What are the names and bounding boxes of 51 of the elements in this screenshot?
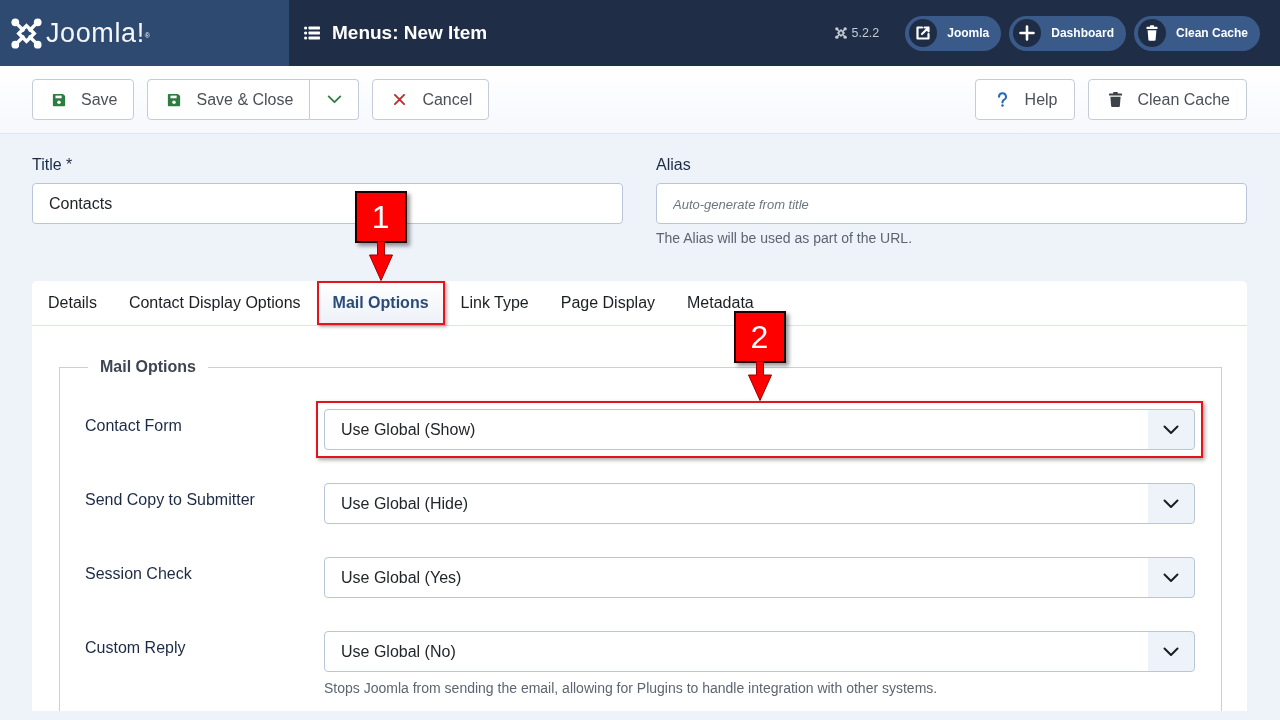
header-link-button[interactable]: Clean Cache: [1133, 15, 1260, 51]
page-title: Menus: New Item: [332, 22, 488, 44]
alias-input[interactable]: Auto-generate from title: [656, 183, 1247, 224]
save-icon: [167, 92, 182, 107]
tab[interactable]: Link Type: [444, 281, 545, 325]
callout-arrow: [368, 241, 393, 281]
version-label: 5.2.2: [851, 26, 880, 40]
tab[interactable]: Contact Display Options: [112, 281, 317, 325]
help-text: Stops Joomla from sending the email, allowing for Plugins to handle integration with other systems.: [324, 679, 938, 697]
header-link-button[interactable]: Dashboard: [1009, 15, 1126, 51]
chevron-down-icon: [326, 95, 342, 104]
field-label: Send Copy to Submitter: [85, 490, 256, 510]
step-marker: 2: [733, 311, 786, 363]
fieldset-legend: Mail Options: [88, 358, 208, 376]
dropdown-toggle[interactable]: [310, 79, 360, 120]
tab[interactable]: Page Display: [544, 281, 672, 325]
plus-icon: [1013, 19, 1042, 47]
save-close-button[interactable]: Save & Close: [147, 79, 311, 120]
field-label: Session Check: [85, 564, 193, 584]
cancel-button[interactable]: Cancel: [372, 79, 490, 120]
list-icon: [304, 26, 320, 40]
help-text: The Alias will be used as part of the URL.: [656, 229, 913, 247]
field-label: Custom Reply: [85, 638, 187, 658]
save-button[interactable]: Save: [32, 79, 135, 120]
external-link-icon: [909, 19, 938, 47]
field-label: Title *: [32, 155, 73, 175]
tab[interactable]: Mail Options: [316, 281, 445, 325]
header-link-button[interactable]: Joomla: [905, 15, 1002, 51]
select-field[interactable]: Use Global (Yes): [324, 557, 1195, 598]
chevron-down-icon: [1163, 572, 1179, 583]
x-mark-icon: [394, 94, 406, 105]
chevron-down-icon: [1163, 424, 1179, 435]
help-button[interactable]: Help: [974, 79, 1075, 120]
chevron-down-icon: [1163, 498, 1179, 509]
logo-icon: [11, 17, 42, 49]
trash-icon: [1108, 92, 1122, 107]
field-label: Alias: [656, 155, 691, 175]
callout-arrow: [747, 361, 772, 401]
question-mark-icon: [996, 92, 1008, 107]
trash-icon: [1137, 19, 1166, 47]
logo-wordmark: Joomla!$^{®}$: [46, 17, 151, 49]
select-field[interactable]: Use Global (Hide): [324, 483, 1195, 524]
logo-icon: [835, 27, 848, 39]
chevron-down-icon: [1163, 646, 1179, 657]
save-icon: [52, 92, 66, 107]
select-field[interactable]: Use Global (No): [324, 631, 1195, 672]
tab[interactable]: Details: [32, 281, 113, 325]
step-marker: 1: [354, 191, 407, 243]
select-field[interactable]: Use Global (Show): [324, 409, 1195, 450]
field-label: Contact Form: [85, 416, 183, 436]
clean-cache-button[interactable]: Clean Cache: [1087, 79, 1247, 120]
